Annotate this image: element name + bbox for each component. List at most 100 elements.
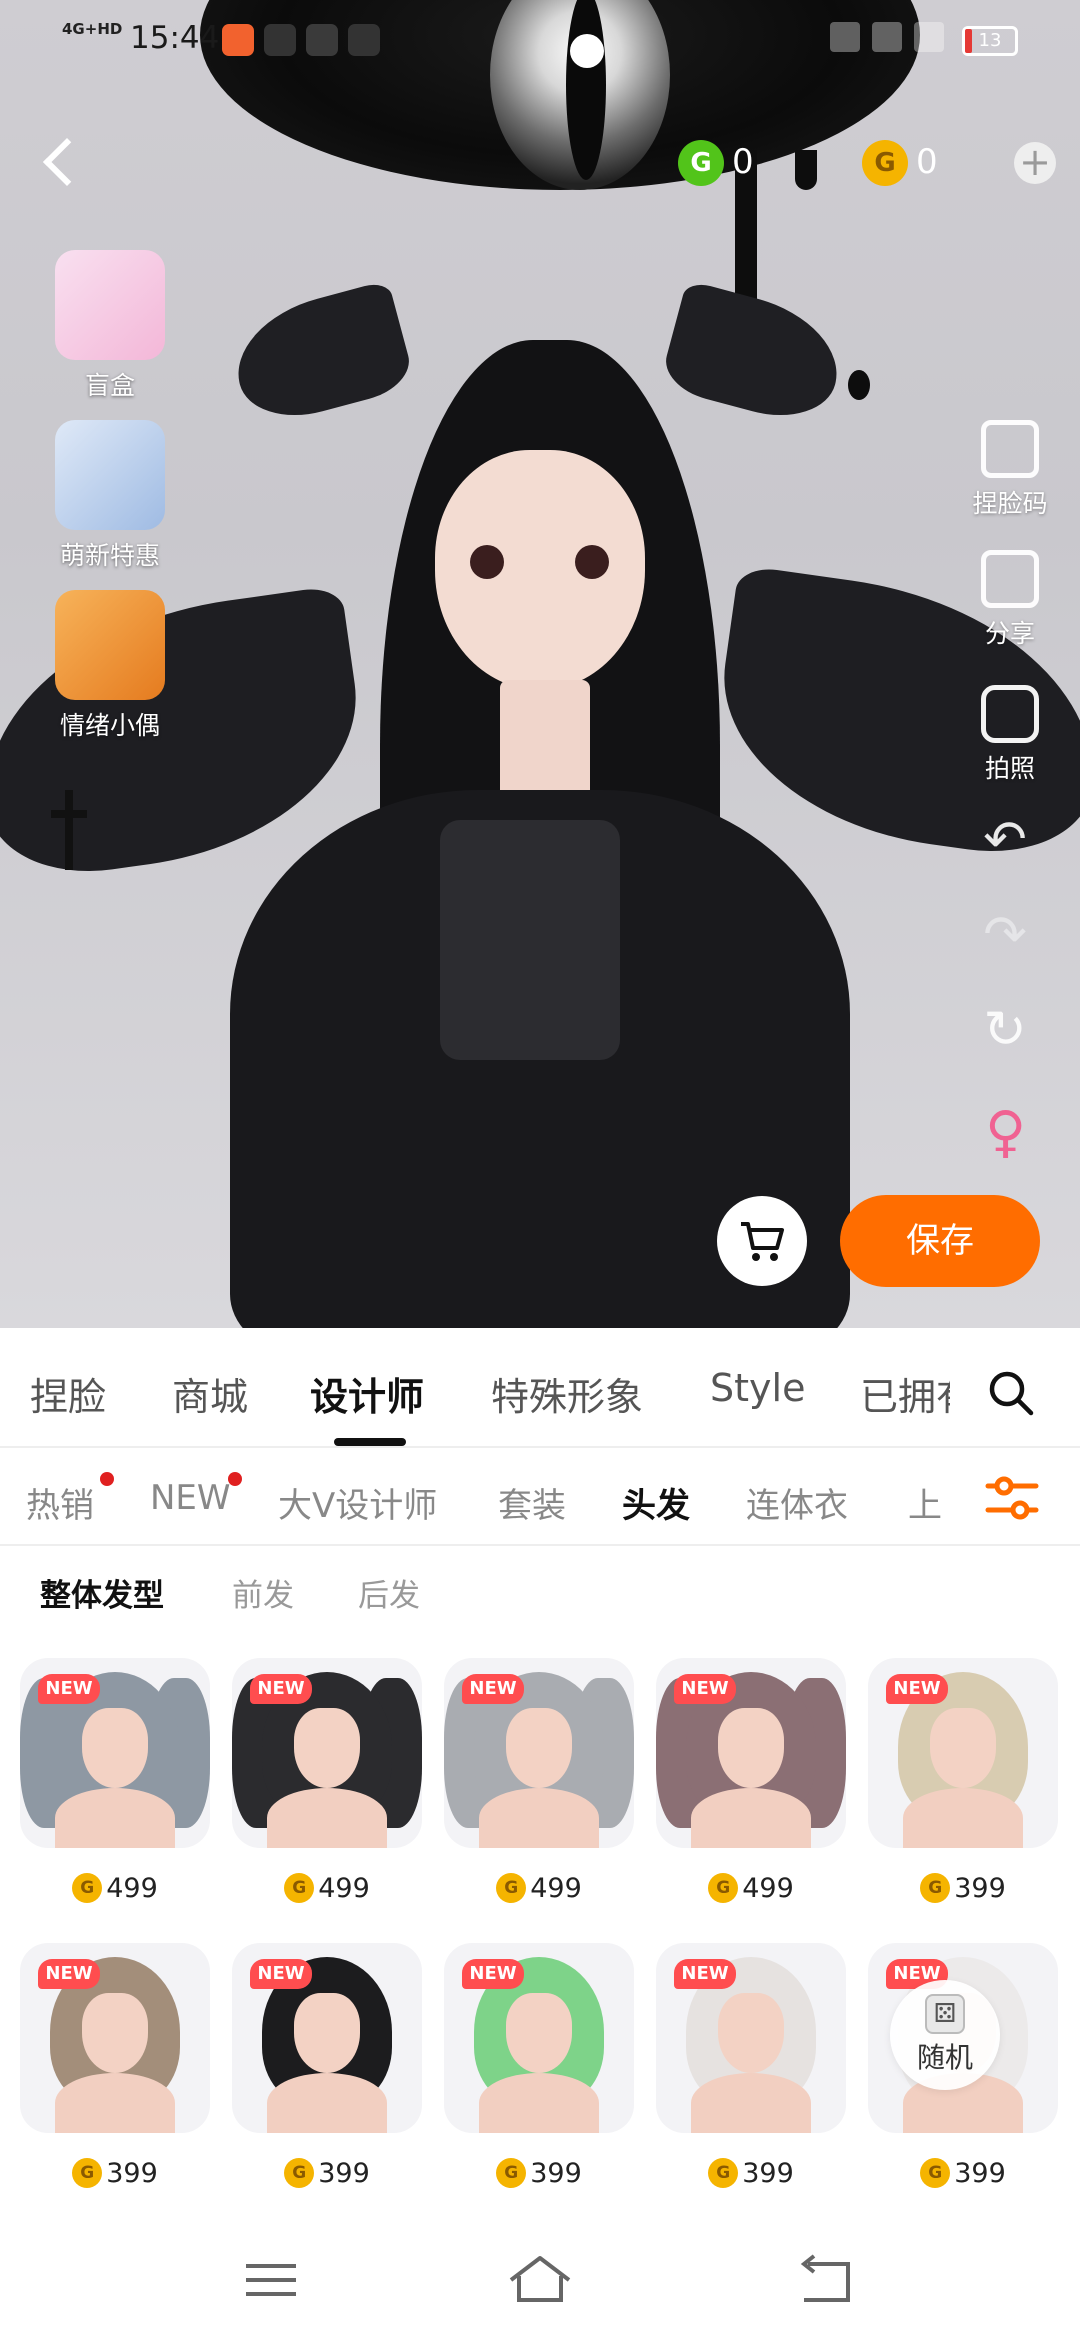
reset-button[interactable]: ↻ [975,1000,1035,1060]
preview-face [82,1993,148,2073]
video-notification-icon [264,24,296,56]
item-price: G 399 [656,2153,846,2193]
wifi-icon [914,22,944,52]
hair-item-card[interactable]: NEW G 499 [656,1658,846,1908]
new-badge: NEW [462,1674,524,1704]
item-price: G 399 [20,2153,210,2193]
price-value: 399 [318,2157,370,2189]
promo-label: 盲盒 [84,371,135,400]
rail-label: 拍照 [984,754,1035,783]
hair-item-card[interactable]: NEW G 499 [232,1658,422,1908]
menu-icon[interactable] [236,2250,306,2310]
hair-item-card[interactable]: NEW G 399 [444,1943,634,2193]
search-icon[interactable] [988,1370,1034,1416]
hair-item-card[interactable]: NEW G 399 [20,1943,210,2193]
camera-button[interactable]: 拍照 [960,685,1060,785]
sub-tab-front-hair[interactable]: 前发 [232,1570,294,1615]
tab-style[interactable]: Style [710,1366,805,1410]
app-notification-icon [306,24,338,56]
item-price: G 499 [20,1868,210,1908]
face-code-button[interactable]: 捏脸码 [960,420,1060,520]
preview-shoulders [479,1788,599,1848]
newbie-offer-icon [55,420,165,530]
tab-designer[interactable]: 设计师 [310,1366,424,1421]
save-button[interactable]: 保存 [840,1195,1040,1287]
hair-item-thumbnail: NEW [656,1943,846,2133]
avatar-eye-left [470,545,504,579]
system-nav-bar [0,2220,1080,2340]
category-hot[interactable]: 热销 [26,1478,94,1527]
back-nav-icon[interactable] [790,2250,860,2310]
app-notification-icon [348,24,380,56]
home-icon[interactable] [505,2250,575,2310]
hair-item-card[interactable]: NEW G 499 [444,1658,634,1908]
network-indicator: 4G+HD [62,20,123,38]
price-value: 399 [954,1872,1006,1904]
promo-newbie-offer[interactable]: 萌新特惠 [40,420,180,572]
promo-blind-box[interactable]: 盲盒 [40,250,180,402]
tab-face[interactable]: 捏脸 [30,1366,106,1421]
price-value: 499 [318,1872,370,1904]
main-tabs: 捏脸 商城 设计师 特殊形象 Style 已拥有 [0,1328,1080,1446]
gender-switch-button[interactable]: ♀ [985,1100,1026,1165]
category-big-v[interactable]: 大V设计师 [278,1478,437,1527]
avatar-stage[interactable]: 4G+HD 15:44 13 G 0 G 0 + 盲盒 萌新特惠 情绪小偶 捏脸… [0,0,1080,1328]
gold-coin-icon: G [862,140,908,186]
hair-item-card[interactable]: NEW G 499 [20,1658,210,1908]
dice-icon: ⚄ [925,1994,965,2034]
hair-item-card[interactable]: NEW G 399 [232,1943,422,2193]
avatar-horn-left [223,279,417,431]
cart-button[interactable] [717,1196,807,1286]
random-button[interactable]: ⚄ 随机 [890,1980,1000,2090]
gold-coin-icon: G [708,1873,739,1903]
gold-coin-icon: G [496,1873,527,1903]
preview-shoulders [55,2073,175,2133]
avatar-eye-right [575,545,609,579]
cross-ornament [51,790,87,870]
hair-item-thumbnail: NEW [444,1943,634,2133]
hair-item-card[interactable]: NEW G 399 [656,1943,846,2193]
new-badge: NEW [886,1674,948,1704]
camera-icon [981,685,1039,743]
tab-mall[interactable]: 商城 [172,1366,248,1421]
avatar-horn-right [658,279,852,431]
promo-mood-doll[interactable]: 情绪小偶 [40,590,180,742]
category-new[interactable]: NEW [150,1478,231,1518]
clock: 15:44 [130,20,220,56]
hair-item-card[interactable]: NEW G 399 [868,1658,1058,1908]
new-badge: NEW [674,1674,736,1704]
category-jumpsuit[interactable]: 连体衣 [746,1478,848,1527]
tab-special[interactable]: 特殊形象 [491,1366,643,1421]
new-badge: NEW [674,1959,736,1989]
back-button[interactable] [40,135,80,193]
battery-indicator: 13 [962,26,1018,56]
new-badge: NEW [38,1674,100,1704]
ink-drop [848,370,870,400]
add-coins-button[interactable]: + [1014,142,1056,184]
gold-coin-icon: G [284,2158,315,2188]
green-coin-count: 0 [732,142,754,182]
preview-face [718,1708,784,1788]
redo-button[interactable]: ↷ [975,905,1035,965]
tab-owned[interactable]: 已拥有 [860,1366,950,1421]
item-price: G 399 [444,2153,634,2193]
battery-percent: 13 [978,30,1002,51]
category-set[interactable]: 套装 [498,1478,566,1527]
category-hair[interactable]: 头发 [622,1478,690,1527]
preview-shoulders [903,1788,1023,1848]
preview-face [930,1708,996,1788]
item-price: G 499 [656,1868,846,1908]
face-code-icon [981,420,1039,478]
gold-coin-icon: G [920,2158,951,2188]
category-top[interactable]: 上 [908,1478,942,1527]
item-price: G 399 [868,1868,1058,1908]
share-button[interactable]: 分享 [960,550,1060,650]
sub-tab-full-hairstyle[interactable]: 整体发型 [40,1570,164,1615]
filter-icon[interactable] [984,1474,1040,1522]
sub-tab-back-hair[interactable]: 后发 [358,1570,420,1615]
rail-label: 捏脸码 [972,489,1048,518]
undo-button[interactable]: ↶ [975,810,1035,870]
system-icons [830,22,944,52]
app-notification-icon [222,24,254,56]
preview-face [506,1993,572,2073]
